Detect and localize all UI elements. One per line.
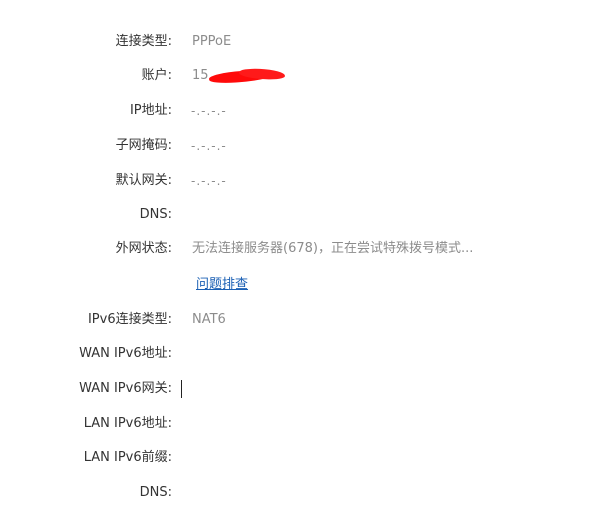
row-troubleshoot: 问题排查 — [0, 275, 595, 309]
row-ipv6-dns: DNS: — [0, 483, 595, 517]
row-subnet-mask: 子网掩码: -.-.-.- — [0, 136, 595, 170]
wan-ipv6-address-label: WAN IPv6地址: — [79, 346, 172, 361]
account-label: 账户: — [141, 68, 172, 83]
dns-label: DNS: — [139, 207, 172, 222]
ip-address-value: -.-.-.- — [191, 104, 227, 118]
ipv6-type-value: NAT6 — [192, 312, 226, 327]
ipv6-dns-label: DNS: — [139, 485, 172, 500]
troubleshoot-link[interactable]: 问题排查 — [196, 275, 248, 295]
ipv6-type-label: IPv6连接类型: — [87, 312, 172, 327]
row-wan-status: 外网状态: 无法连接服务器(678)，正在尝试特殊拨号模式... — [0, 239, 595, 273]
account-value-text: 15 — [192, 68, 209, 83]
wan-status-label: 外网状态: — [115, 241, 172, 256]
connection-type-value: PPPoE — [192, 34, 232, 49]
row-ipv6-type: IPv6连接类型: NAT6 — [0, 310, 595, 344]
ip-address-label: IP地址: — [129, 103, 172, 118]
text-cursor — [181, 380, 182, 398]
wan-ipv6-gateway-label: WAN IPv6网关: — [79, 381, 172, 396]
account-value: 15 — [192, 66, 279, 86]
row-wan-ipv6-address: WAN IPv6地址: — [0, 344, 595, 378]
lan-ipv6-prefix-label: LAN IPv6前缀: — [83, 450, 172, 465]
row-connection-type: 连接类型: PPPoE — [0, 32, 595, 66]
subnet-mask-label: 子网掩码: — [115, 138, 172, 153]
network-status-panel: 连接类型: PPPoE 账户: 15 IP地址: -.-.-.- 子网掩码: -… — [0, 0, 595, 527]
redaction-mark — [209, 70, 279, 82]
row-wan-ipv6-gateway: WAN IPv6网关: — [0, 379, 595, 413]
lan-ipv6-address-label: LAN IPv6地址: — [83, 416, 172, 431]
wan-status-value: 无法连接服务器(678)，正在尝试特殊拨号模式... — [192, 241, 474, 256]
row-dns: DNS: — [0, 205, 595, 239]
row-account: 账户: 15 — [0, 66, 595, 100]
row-default-gateway: 默认网关: -.-.-.- — [0, 171, 595, 205]
subnet-mask-value: -.-.-.- — [191, 139, 227, 153]
default-gateway-value: -.-.-.- — [191, 174, 227, 188]
connection-type-label: 连接类型: — [115, 34, 172, 49]
row-ip-address: IP地址: -.-.-.- — [0, 101, 595, 135]
row-lan-ipv6-prefix: LAN IPv6前缀: — [0, 448, 595, 482]
default-gateway-label: 默认网关: — [115, 173, 172, 188]
row-lan-ipv6-address: LAN IPv6地址: — [0, 414, 595, 448]
